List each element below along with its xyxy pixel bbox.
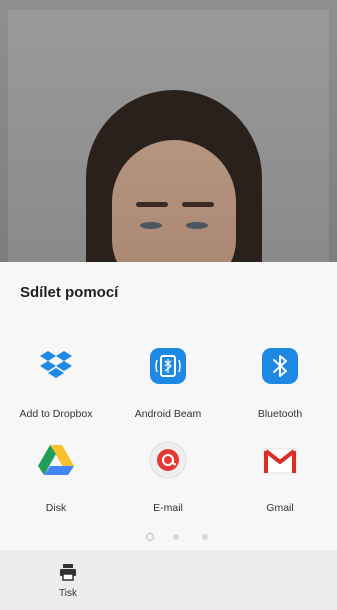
background-photo — [0, 0, 337, 262]
photo-face — [112, 140, 236, 262]
share-app-label: E-mail — [153, 502, 183, 514]
photo-left-eye — [140, 222, 162, 229]
photo-right-brow — [182, 202, 214, 207]
share-app-label: Add to Dropbox — [19, 408, 93, 420]
share-app-disk[interactable]: Disk — [0, 440, 112, 524]
share-sheet-title: Sdílet pomocí — [20, 284, 119, 301]
print-button[interactable]: Tisk — [46, 558, 90, 604]
share-app-bluetooth[interactable]: Bluetooth — [224, 346, 336, 430]
dropbox-icon — [36, 346, 76, 386]
share-app-android-beam[interactable]: Android Beam — [112, 346, 224, 430]
bottom-action-bar: Tisk — [0, 550, 337, 610]
photo-right-eye — [186, 222, 208, 229]
share-app-dropbox[interactable]: Add to Dropbox — [0, 346, 112, 430]
page-indicator — [0, 532, 337, 542]
share-app-email[interactable]: E-mail — [112, 440, 224, 524]
page-dot[interactable] — [202, 534, 208, 540]
printer-icon — [58, 562, 78, 582]
page-dot[interactable] — [173, 534, 179, 540]
share-app-label: Android Beam — [134, 408, 202, 420]
print-label: Tisk — [59, 588, 77, 599]
share-app-label: Bluetooth — [257, 408, 303, 420]
share-app-label: Gmail — [266, 502, 294, 514]
screen: Sdílet pomocí Add to Dropbox Android Bea… — [0, 0, 337, 610]
google-drive-icon — [36, 440, 76, 480]
page-dot-active[interactable] — [146, 533, 154, 541]
bluetooth-icon — [260, 346, 300, 386]
share-app-gmail[interactable]: Gmail — [224, 440, 336, 524]
photo-left-brow — [136, 202, 168, 207]
gmail-icon — [260, 440, 300, 480]
share-app-label: Disk — [45, 502, 67, 514]
email-icon — [148, 440, 188, 480]
android-beam-icon — [148, 346, 188, 386]
